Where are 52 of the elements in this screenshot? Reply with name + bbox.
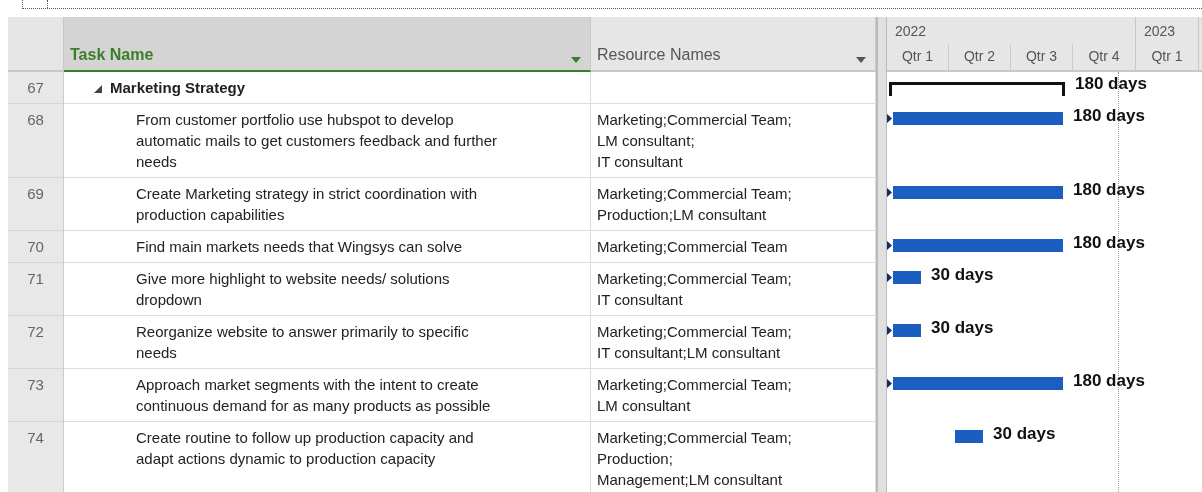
year-label: 2022 (894, 22, 928, 41)
task-name-cell: Create routine to follow up production capacity and adapt actions dynamic to production capacity (64, 422, 591, 492)
quarter-label: Qtr 3 (1011, 44, 1073, 70)
task-name-cell: Find main markets needs that Wingsys can solve (64, 231, 591, 263)
row-number[interactable]: 71 (8, 263, 64, 316)
resource-names-cell: Marketing;Commercial Team; Production;LM consultant (591, 178, 876, 231)
row-number[interactable]: 68 (8, 104, 64, 178)
task-bar[interactable] (893, 239, 1063, 252)
row-number[interactable]: 73 (8, 369, 64, 422)
quarter-label: Qtr 2 (949, 44, 1011, 70)
duration-label: 180 days (1075, 74, 1147, 94)
task-bar[interactable] (893, 324, 921, 337)
duration-label: 30 days (993, 424, 1056, 444)
row-number[interactable]: 70 (8, 231, 64, 263)
duration-label: 30 days (931, 265, 994, 285)
task-name-cell: Create Marketing strategy in strict coordination with production capabilities (64, 178, 591, 231)
duration-label: 180 days (1073, 371, 1145, 391)
task-bar[interactable] (893, 186, 1063, 199)
task-bar[interactable] (893, 271, 921, 284)
task-name-cell: From customer portfolio use hubspot to develop automatic mails to get customers feedback and further needs (64, 104, 591, 178)
column-header[interactable]: Resource Names (591, 17, 876, 72)
quarter-label: Qtr 1 (887, 44, 949, 70)
duration-label: 30 days (931, 318, 994, 338)
task-bar[interactable] (893, 377, 1063, 390)
task-name: Marketing Strategy (110, 78, 246, 98)
task-bar[interactable] (893, 112, 1063, 125)
task-bar[interactable] (955, 430, 983, 443)
resource-names-cell: Marketing;Commercial Team; IT consultant;LM consultant (591, 316, 876, 369)
summary-bar[interactable] (889, 82, 1065, 96)
resource-names-cell: Marketing;Commercial Team; LM consultant; IT consultant (591, 104, 876, 178)
column-header[interactable]: Task Name (64, 17, 591, 72)
row-number[interactable]: 72 (8, 316, 64, 369)
resource-names-cell: Marketing;Commercial Team; Production; Management;LM consultant (591, 422, 876, 492)
dropdown-arrow-icon[interactable] (570, 56, 582, 64)
duration-label: 180 days (1073, 233, 1145, 253)
year-label: 2023 (1143, 22, 1177, 41)
dropdown-arrow-icon[interactable] (855, 56, 867, 64)
collapse-caret-icon[interactable] (94, 85, 102, 93)
duration-label: 180 days (1073, 106, 1145, 126)
resource-names-cell: Marketing;Commercial Team (591, 231, 876, 263)
task-name-cell: Reorganize website to answer primarily to specific needs (64, 316, 591, 369)
resource-names-cell: Marketing;Commercial Team; LM consultant (591, 369, 876, 422)
row-number[interactable]: 69 (8, 178, 64, 231)
quarter-label: Qtr 4 (1087, 47, 1121, 66)
header-corner (8, 17, 64, 72)
quarter-label: Qtr 1 (1150, 47, 1184, 66)
row-number[interactable]: 67 (8, 72, 64, 104)
resource-names-cell: Marketing;Commercial Team; IT consultant (591, 263, 876, 316)
duration-label: 180 days (1073, 180, 1145, 200)
task-name-cell: Approach market segments with the intent to create continuous demand for as many products as possible (64, 369, 591, 422)
row-number[interactable]: 74 (8, 422, 64, 492)
task-name-cell: Give more highlight to website needs/ solutions dropdown (64, 263, 591, 316)
